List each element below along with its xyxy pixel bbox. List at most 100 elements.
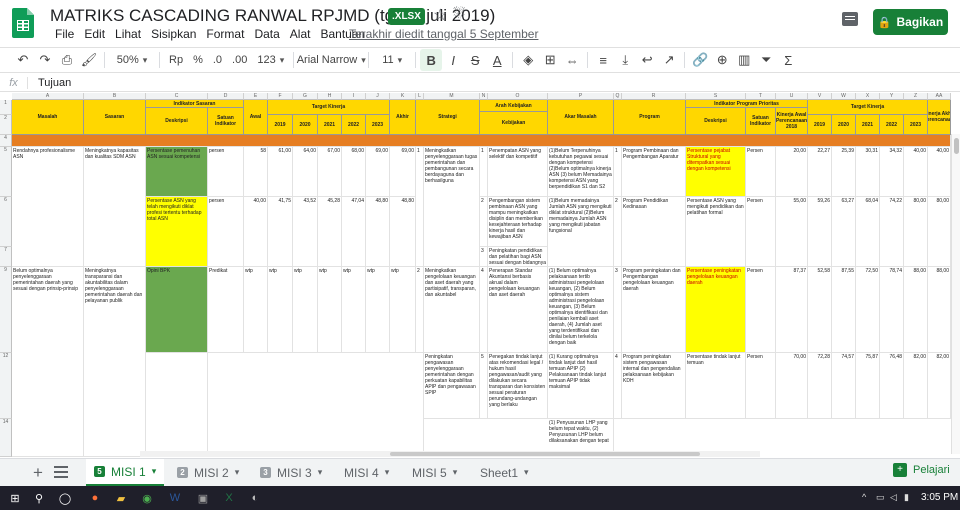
cell-value[interactable]: 59,26 <box>808 197 832 267</box>
cell-number[interactable]: 1 <box>614 147 622 197</box>
column-header-u[interactable]: U <box>776 93 808 100</box>
header-year[interactable]: 2021 <box>318 115 342 135</box>
column-header-s[interactable]: S <box>686 93 746 100</box>
battery-icon[interactable]: ▮ <box>904 492 909 503</box>
increase-decimal-button[interactable]: .00 <box>227 49 252 71</box>
cell-indikator-program[interactable]: Persentase ASN yang mengikuti pendidikan… <box>686 197 746 267</box>
task-view-icon[interactable]: ◯ <box>56 489 74 507</box>
cell-indikator-program[interactable]: Persentase tindak lanjut temuan <box>686 353 746 419</box>
cell-indikator[interactable] <box>146 353 208 457</box>
header-satuan[interactable]: Satuan Indikator <box>208 108 244 135</box>
document-title[interactable]: MATRIKS CASCADING RANWAL RPJMD (tgl 10 j… <box>50 6 495 26</box>
network-icon[interactable]: ▭ <box>876 492 885 503</box>
merge-cells-icon[interactable]: ⇔ <box>561 49 583 71</box>
column-header-a[interactable]: A <box>12 93 84 100</box>
cell-value[interactable]: wtp <box>244 267 268 353</box>
cell-number[interactable]: 1 <box>480 147 488 197</box>
text-color-icon[interactable]: A <box>486 49 508 71</box>
column-header-n[interactable]: N <box>480 93 488 100</box>
scrollbar-thumb[interactable] <box>390 452 700 456</box>
header-deskripsi-2[interactable]: Deskripsi <box>686 108 746 135</box>
menu-edit[interactable]: Edit <box>79 27 110 41</box>
cell-value[interactable]: 40,00 <box>928 147 951 197</box>
header-akar-masalah[interactable]: Akar Masalah <box>548 100 614 135</box>
bold-icon[interactable]: B <box>420 49 443 71</box>
cell-value[interactable]: wtp <box>342 267 366 353</box>
header-year[interactable]: 2019 <box>268 115 293 135</box>
explore-button[interactable]: + Pelajari <box>893 463 950 477</box>
cell-value[interactable]: 48,80 <box>390 197 416 267</box>
cell-akar-masalah[interactable]: (1)Belum Terpenuhinya kebutuhan pegawai … <box>548 147 614 197</box>
cell-value[interactable]: 45,28 <box>318 197 342 267</box>
word-icon[interactable]: W <box>166 489 184 507</box>
cell-sasaran[interactable]: Meningkatnya kapasitas dan kualitas SDM … <box>84 147 146 267</box>
horizontal-align-icon[interactable]: ≡ <box>592 49 614 71</box>
cell-value[interactable]: 88,00 <box>904 267 928 353</box>
cell-value[interactable]: 34,32 <box>880 147 904 197</box>
menu-tools[interactable]: Alat <box>285 27 316 41</box>
chevron-down-icon[interactable]: ▾ <box>524 467 529 478</box>
horizontal-scrollbar[interactable] <box>140 451 760 457</box>
app-icon[interactable]: ▣ <box>194 489 212 507</box>
cell-program[interactable]: Program Pembinaan dan Pengembangan Apara… <box>622 147 686 197</box>
header-year[interactable]: 2020 <box>293 115 318 135</box>
percent-format-button[interactable]: % <box>188 49 208 71</box>
header-masalah[interactable]: Masalah <box>12 100 84 135</box>
cell-sasaran[interactable]: Meningkatnya transparansi dan akuntabili… <box>84 267 146 457</box>
cell-value[interactable]: 22,27 <box>808 147 832 197</box>
cell-satuan[interactable]: persen <box>208 147 244 197</box>
row-header[interactable]: 6 <box>0 197 12 247</box>
cell-value[interactable]: 47,04 <box>342 197 366 267</box>
row-header[interactable]: 4 <box>0 135 12 147</box>
sheets-logo-icon[interactable] <box>12 8 34 38</box>
font-family-select[interactable]: Arial Narrow <box>297 49 364 71</box>
filter-icon[interactable]: ⏷ <box>755 49 777 71</box>
search-icon[interactable]: ⚲ <box>30 489 48 507</box>
menu-view[interactable]: Lihat <box>110 27 146 41</box>
menu-insert[interactable]: Sisipkan <box>146 27 201 41</box>
cell-value[interactable]: 41,75 <box>268 197 293 267</box>
cell-value[interactable]: 68,04 <box>856 197 880 267</box>
row-header[interactable]: 14 <box>0 419 12 457</box>
column-header-aa[interactable]: AA <box>928 93 951 100</box>
cell-value[interactable]: 70,00 <box>776 353 808 419</box>
windows-start-icon[interactable]: ⊞ <box>6 489 24 507</box>
excel-icon[interactable]: X <box>220 489 238 507</box>
text-wrap-icon[interactable]: ↩ <box>636 49 658 71</box>
cell-value[interactable]: 67,00 <box>318 147 342 197</box>
header-satuan-2[interactable]: Satuan Indikator <box>746 108 776 135</box>
print-icon[interactable]: ⎙ <box>56 49 78 71</box>
cell-value[interactable]: 61,00 <box>268 147 293 197</box>
cell-number[interactable]: 1 <box>416 147 424 267</box>
row-header[interactable]: 2 <box>0 115 12 135</box>
cell-number[interactable]: 4 <box>614 353 622 419</box>
cell-number[interactable]: 2 <box>480 197 488 247</box>
cell-number[interactable]: 2 <box>614 197 622 267</box>
cell-value[interactable]: wtp <box>268 267 293 353</box>
cell-indikator[interactable]: Persentase ASN yang telah mengikuti dikl… <box>146 197 208 267</box>
header-indikator-sasaran[interactable]: Indikator Sasaran <box>146 100 244 108</box>
cell-value[interactable]: 80,00 <box>904 197 928 267</box>
cell-value[interactable]: 40,00 <box>904 147 928 197</box>
column-header-r[interactable]: R <box>622 93 686 100</box>
column-header-j[interactable]: J <box>366 93 390 100</box>
undo-icon[interactable]: ↶ <box>12 49 34 71</box>
tray-chevron-icon[interactable]: ^ <box>862 492 866 502</box>
cell-value[interactable]: 55,00 <box>776 197 808 267</box>
cell-value[interactable]: 87,37 <box>776 267 808 353</box>
cell-satuan-2[interactable]: Persen <box>746 147 776 197</box>
cell-akar-masalah[interactable]: (1) Belum optimalnya pelaksanaan tertib … <box>548 267 614 353</box>
chevron-down-icon[interactable]: ▾ <box>235 467 240 478</box>
column-header-m[interactable]: M <box>424 93 480 100</box>
header-year[interactable]: 2023 <box>904 115 928 135</box>
cell-value[interactable]: 87,55 <box>832 267 856 353</box>
cell-indikator-program[interactable]: Persentase peningkatan pengelolaan keuan… <box>686 267 746 353</box>
column-header-l[interactable]: L <box>416 93 424 100</box>
cell-number[interactable]: 3 <box>614 267 622 353</box>
tab-misi-5[interactable]: MISI 5 ▾ <box>404 459 465 486</box>
cell-value[interactable]: 30,31 <box>856 147 880 197</box>
cell-value[interactable]: 88,00 <box>928 267 951 353</box>
column-header-h[interactable]: H <box>318 93 342 100</box>
cell-value[interactable]: 25,39 <box>832 147 856 197</box>
cell-satuan[interactable]: persen <box>208 197 244 267</box>
